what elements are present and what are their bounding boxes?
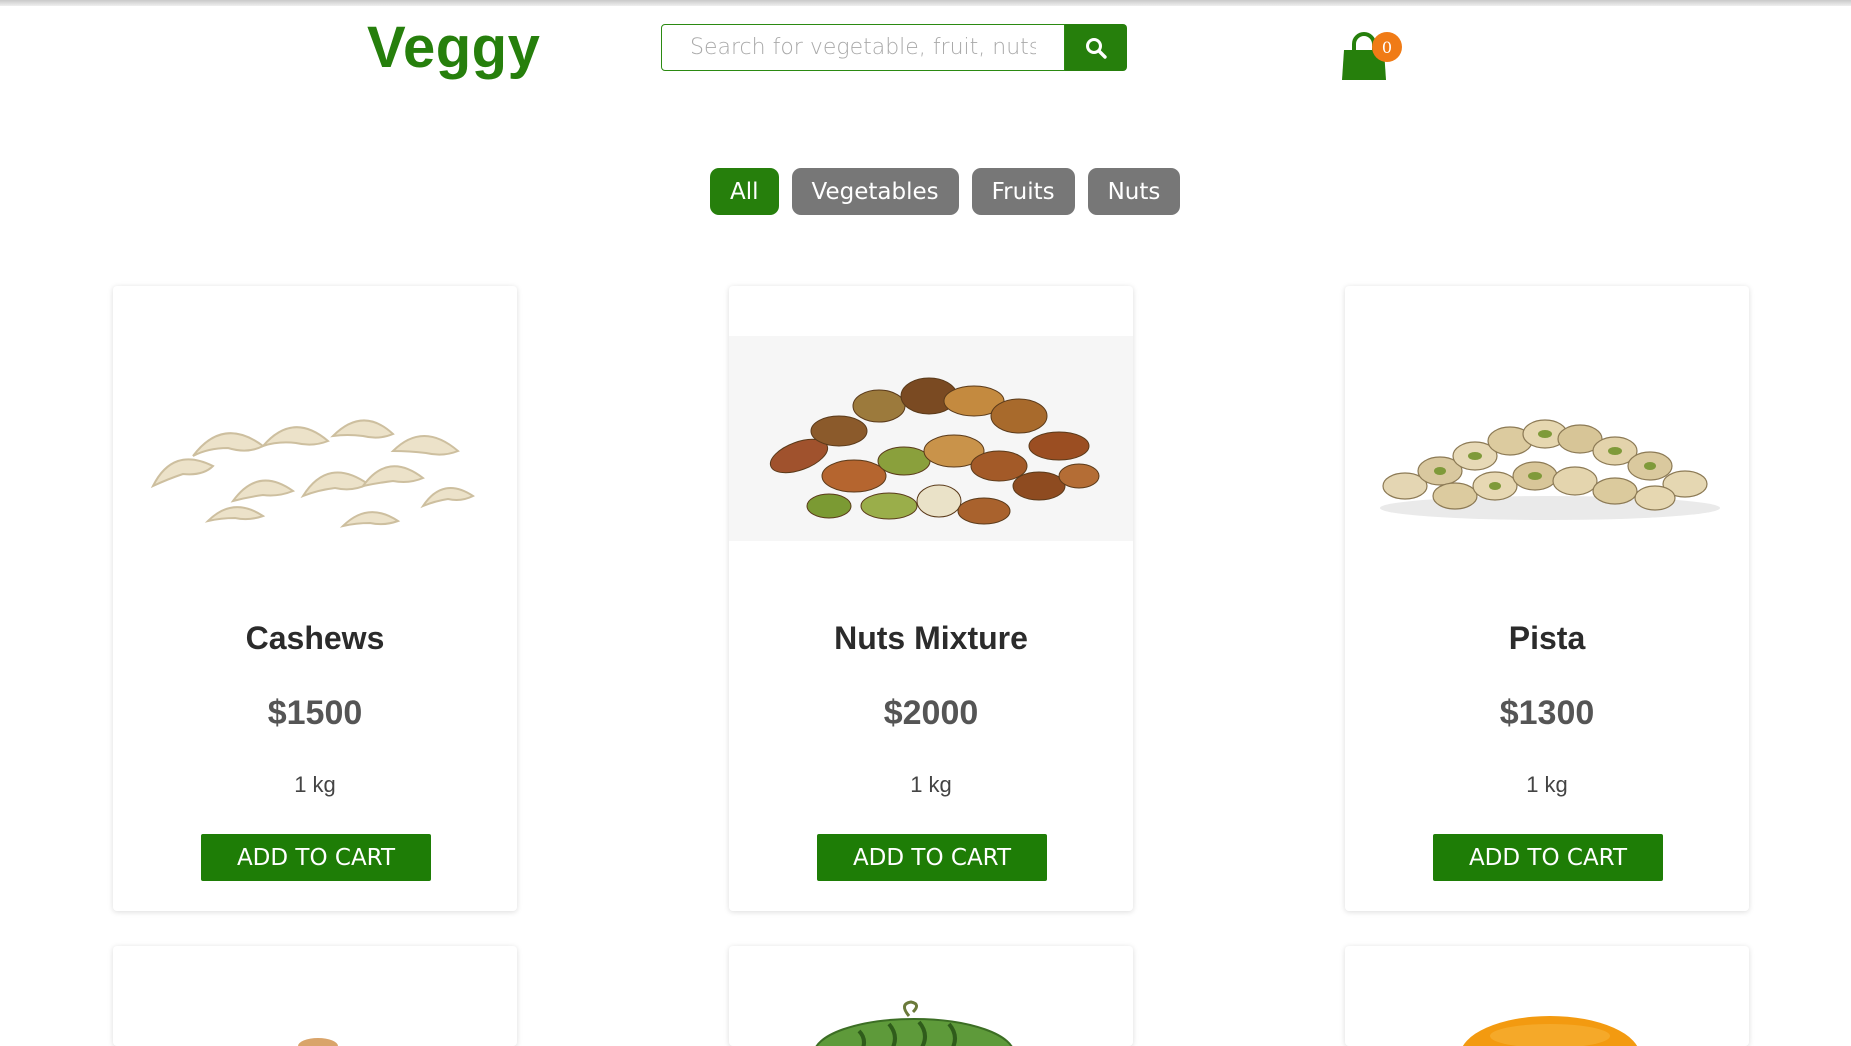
nuts-mixture-image <box>729 336 1133 541</box>
filter-fruits[interactable]: Fruits <box>971 168 1075 215</box>
product-name: Nuts Mixture <box>834 620 1028 656</box>
product-card: Cashews $1500 1 kg ADD TO CART <box>113 286 517 911</box>
add-to-cart-button[interactable]: ADD TO CART <box>817 834 1047 881</box>
product-unit: 1 kg <box>294 772 336 797</box>
search-button[interactable] <box>1065 24 1127 71</box>
brand-logo[interactable]: Veggy <box>367 14 540 81</box>
search-icon <box>1086 37 1107 59</box>
product-name: Cashews <box>245 620 385 656</box>
filter-nuts[interactable]: Nuts <box>1087 168 1181 215</box>
product-price: $2000 <box>883 694 979 732</box>
cart-count-badge: 0 <box>1372 32 1402 62</box>
product-card: Nuts Mixture $2000 1 kg ADD TO CART <box>729 286 1133 911</box>
pista-image <box>1345 336 1749 541</box>
product-price: $1500 <box>267 694 363 732</box>
product-unit: 1 kg <box>910 772 952 797</box>
search-bar <box>661 24 1127 71</box>
category-filters: All Vegetables Fruits Nuts <box>710 168 1181 215</box>
cart-button[interactable]: 0 <box>1340 30 1402 86</box>
browser-top-edge <box>0 0 1851 6</box>
add-to-cart-button[interactable]: ADD TO CART <box>201 834 431 881</box>
product-price: $1300 <box>1499 694 1595 732</box>
product-card: Pista $1300 1 kg ADD TO CART <box>1345 286 1749 911</box>
product-name: Pista <box>1508 620 1586 656</box>
search-input[interactable] <box>661 24 1066 71</box>
orange-image <box>1462 1016 1638 1046</box>
product-image <box>298 1038 338 1046</box>
product-card <box>729 946 1133 1046</box>
product-card <box>113 946 517 1046</box>
filter-vegetables[interactable]: Vegetables <box>791 168 959 215</box>
product-card <box>1345 946 1749 1046</box>
cashews-image <box>113 336 517 541</box>
product-unit: 1 kg <box>1526 772 1568 797</box>
filter-all[interactable]: All <box>710 168 779 215</box>
watermelon-image <box>815 1000 1013 1046</box>
add-to-cart-button[interactable]: ADD TO CART <box>1433 834 1663 881</box>
